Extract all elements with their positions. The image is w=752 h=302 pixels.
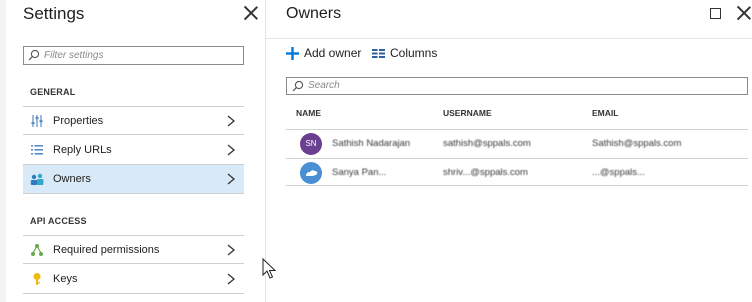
permissions-tree-icon [31,244,43,256]
properties-sliders-icon [31,115,43,127]
nav-item-label: Keys [53,273,78,285]
owner-username: sathish@sppals.com [443,138,531,149]
chevron-right-icon [227,144,236,156]
owner-name: Sathish Nadarajan [332,138,411,149]
owners-blade: Owners Add owner Columns Search NAME USE… [266,0,752,302]
settings-blade: Settings Filter settings GENERAL Propert… [0,0,266,302]
search-icon [292,80,304,92]
toolbar-divider [266,38,752,39]
columns-label: Columns [390,46,438,60]
mouse-cursor-icon [262,258,276,279]
nav-item-label: Properties [53,115,104,127]
owners-title: Owners [286,5,342,22]
chevron-right-icon [227,273,236,285]
section-label-general: GENERAL [30,87,76,97]
avatar [300,162,322,184]
add-owner-label: Add owner [304,46,362,60]
list-icon [31,145,43,155]
close-owners-icon[interactable] [736,5,752,21]
owner-username: shriv...@sppals.com [443,167,528,178]
search-placeholder: Search [308,80,340,91]
column-header-username[interactable]: USERNAME [443,108,492,118]
chevron-right-icon [227,244,236,256]
column-header-name[interactable]: NAME [296,108,321,118]
key-icon [33,273,41,285]
columns-icon [372,48,385,58]
search-icon [28,49,40,61]
table-row[interactable]: SN Sathish Nadarajan sathish@sppals.com … [286,129,748,157]
avatar: SN [300,133,322,155]
settings-title: Settings [23,4,85,23]
close-settings-icon[interactable] [243,5,259,21]
nav-item-reply-urls[interactable]: Reply URLs [23,136,244,165]
nav-item-keys[interactable]: Keys [23,265,244,294]
nav-item-label: Reply URLs [53,144,112,156]
plus-icon [286,46,299,60]
blade-edge-strip [0,0,6,302]
search-input[interactable]: Search [286,77,748,95]
owner-name: Sanya Pan... [332,167,387,178]
filter-placeholder: Filter settings [44,50,104,61]
nav-item-owners[interactable]: Owners [23,165,244,194]
nav-item-properties[interactable]: Properties [23,106,244,135]
add-owner-button[interactable]: Add owner [286,45,361,61]
users-icon [30,173,44,185]
chevron-right-icon [227,173,236,185]
nav-item-label: Owners [53,173,91,185]
filter-settings-input[interactable]: Filter settings [23,46,244,65]
owner-email: ...@sppals... [592,167,645,178]
nav-item-label: Required permissions [53,244,160,256]
cloud-avatar-icon [306,170,318,176]
nav-item-required-permissions[interactable]: Required permissions [23,235,244,264]
maximize-icon[interactable] [710,8,721,19]
columns-button[interactable]: Columns [372,45,437,61]
chevron-right-icon [227,115,236,127]
table-row[interactable]: Sanya Pan... shriv...@sppals.com ...@spp… [286,158,748,186]
column-header-email[interactable]: EMAIL [592,108,618,118]
section-label-api-access: API ACCESS [30,216,87,226]
owner-email: Sathish@sppals.com [592,138,682,149]
